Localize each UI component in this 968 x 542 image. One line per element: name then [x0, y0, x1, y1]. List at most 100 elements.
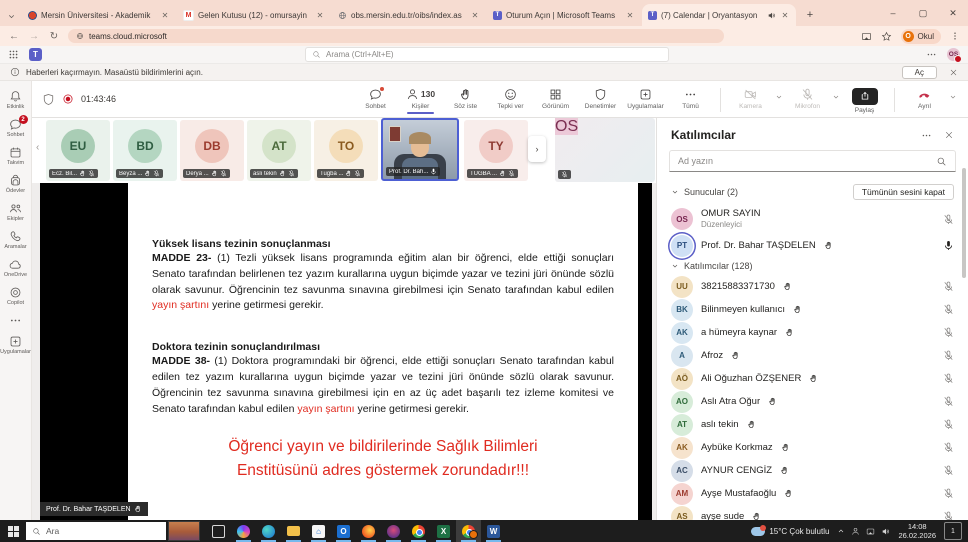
view-button[interactable]: Görünüm	[534, 85, 577, 110]
scroll-left-chevron[interactable]: ‹	[36, 142, 39, 153]
video-tile[interactable]: TO Tugba ...	[314, 120, 378, 181]
url-field[interactable]: teams.cloud.microsoft	[68, 29, 724, 43]
leave-button[interactable]: Ayrıl	[903, 85, 946, 110]
participant-search-input[interactable]: Ad yazın	[669, 150, 956, 172]
chat-button[interactable]: Sohbet	[354, 85, 397, 110]
bookmark-star-icon[interactable]	[881, 31, 892, 42]
video-tile[interactable]: TY TUĞBA ...	[464, 120, 528, 181]
mic-state-icon[interactable]	[943, 214, 954, 225]
scroll-right-chevron[interactable]: ›	[528, 136, 546, 162]
mic-state-icon[interactable]	[943, 419, 954, 430]
taskbar-clock[interactable]: 14:0826.02.2026	[898, 522, 936, 541]
mic-options-chevron[interactable]	[831, 85, 841, 101]
taskbar-icon-microsoft-store[interactable]: ⌂	[306, 520, 331, 542]
raise-hand-button[interactable]: Söz iste	[444, 85, 487, 110]
participant-row[interactable]: AKa hümeyra kaynar	[657, 321, 968, 344]
participant-row[interactable]: BKBilinmeyen kullanıcı	[657, 298, 968, 321]
browser-menu-icon[interactable]	[950, 31, 960, 41]
tray-expand-chevron[interactable]	[837, 527, 845, 535]
tab-close-icon[interactable]: ✕	[625, 11, 635, 20]
window-close-button[interactable]: ✕	[938, 0, 968, 26]
panel-scrollbar[interactable]	[962, 168, 966, 278]
taskbar-icon-word[interactable]: W	[481, 520, 506, 542]
participant-row[interactable]: AOAslı Atra Oğur	[657, 390, 968, 413]
panel-close-icon[interactable]	[944, 130, 954, 140]
participant-row[interactable]: AÖAli Oğuzhan ÖZŞENER	[657, 367, 968, 390]
panel-more-icon[interactable]	[921, 130, 932, 141]
participant-row[interactable]: AMAyşe Mustafaoğlu	[657, 482, 968, 505]
sidebar-item-ekipler[interactable]: Ekipler	[0, 199, 32, 225]
mic-state-icon[interactable]	[943, 350, 954, 361]
forward-button[interactable]: →	[28, 31, 40, 42]
self-video-tile[interactable]: OS	[555, 118, 655, 182]
sidebar-item-onedrive[interactable]: OneDrive	[0, 255, 32, 281]
task-view-button[interactable]	[206, 520, 231, 542]
waffle-menu-icon[interactable]	[8, 49, 19, 60]
apps-button[interactable]: Uygulamalar	[624, 85, 667, 110]
taskbar-icon-edge[interactable]	[256, 520, 281, 542]
camera-options-chevron[interactable]	[774, 85, 784, 101]
tray-teams-icon[interactable]	[851, 527, 860, 536]
back-button[interactable]: ←	[8, 31, 20, 42]
react-button[interactable]: Tepki ver	[489, 85, 532, 110]
participant-row[interactable]: ASayşe sude	[657, 505, 968, 520]
mic-state-icon[interactable]	[943, 281, 954, 292]
participant-row[interactable]: OS OMUR SAYINDüzenleyici	[657, 204, 968, 234]
video-tile[interactable]: BD Beyza ...	[113, 120, 177, 181]
mic-state-icon[interactable]	[943, 396, 954, 407]
participant-row[interactable]: UU38215883371730	[657, 275, 968, 298]
participant-row[interactable]: ATaslı tekin	[657, 413, 968, 436]
sidebar-item-takvim[interactable]: Takvim	[0, 143, 32, 169]
sidebar-item-uygulamalar[interactable]: Uygulamalar	[0, 332, 32, 358]
tray-volume-icon[interactable]	[881, 527, 890, 536]
tab-close-icon[interactable]: ✕	[160, 11, 170, 20]
video-tile[interactable]: DB Derya ...	[180, 120, 244, 181]
start-button[interactable]	[0, 520, 26, 542]
leave-options-chevron[interactable]	[948, 85, 958, 101]
notification-center-button[interactable]: 1	[944, 522, 962, 540]
video-tile[interactable]: AT aslı tekin	[247, 120, 311, 181]
people-button[interactable]: 130Kişiler	[399, 85, 442, 110]
taskbar-icon-firefox-nightly[interactable]	[381, 520, 406, 542]
participant-row[interactable]: PT Prof. Dr. Bahar TAŞDELEN	[657, 234, 968, 257]
browser-tab-active[interactable]: T (7) Calendar | Oryantasyon ✕	[642, 4, 796, 26]
browser-tab[interactable]: obs.mersin.edu.tr/oibs/index.as ✕	[332, 4, 486, 26]
sidebar-more-apps[interactable]	[0, 311, 32, 330]
mic-state-icon[interactable]	[943, 511, 954, 520]
sidebar-item-odevler[interactable]: Ödevler	[0, 171, 32, 197]
taskbar-icon-excel[interactable]: X	[431, 520, 456, 542]
teams-more-icon[interactable]	[926, 49, 937, 60]
browser-tab[interactable]: M Gelen Kutusu (12) - omursayin ✕	[177, 4, 331, 26]
banner-open-button[interactable]: Aç	[902, 66, 937, 79]
sidebar-item-etkinlik[interactable]: Etkinlik	[0, 87, 32, 113]
participant-row[interactable]: AAfroz	[657, 344, 968, 367]
taskbar-icon-file-explorer[interactable]	[281, 520, 306, 542]
taskbar-icon-chrome[interactable]	[406, 520, 431, 542]
tab-close-icon[interactable]: ✕	[470, 11, 480, 20]
video-tile[interactable]: EU Ecz. Bil...	[46, 120, 110, 181]
mic-state-icon[interactable]	[943, 442, 954, 453]
browser-profile-button[interactable]: O Okul	[901, 29, 941, 44]
desktop-preview-thumbnail[interactable]	[168, 521, 200, 541]
taskbar-icon-firefox[interactable]	[356, 520, 381, 542]
browser-tab[interactable]: T Oturum Açın | Microsoft Teams ✕	[487, 4, 641, 26]
tab-close-icon[interactable]: ✕	[780, 11, 790, 20]
sidebar-item-copilot[interactable]: Copilot	[0, 283, 32, 309]
share-button[interactable]: Paylaş	[843, 85, 886, 114]
browser-tab[interactable]: Mersin Üniversitesi - Akademik ✕	[22, 4, 176, 26]
tab-close-icon[interactable]: ✕	[315, 11, 325, 20]
video-tile-speaking[interactable]: Prof. Dr. Bah...	[381, 118, 459, 181]
window-maximize-button[interactable]: ▢	[908, 0, 938, 26]
teams-search-input[interactable]: Arama (Ctrl+Alt+E)	[305, 47, 669, 62]
tab-audio-icon[interactable]	[767, 11, 776, 20]
mic-state-icon[interactable]	[943, 240, 954, 251]
participant-row[interactable]: ACAYNUR CENGİZ	[657, 459, 968, 482]
mic-button[interactable]: Mikrofon	[786, 85, 829, 110]
window-minimize-button[interactable]: –	[878, 0, 908, 26]
mic-state-icon[interactable]	[943, 373, 954, 384]
reload-button[interactable]: ↻	[48, 31, 60, 42]
more-button[interactable]: Tümü	[669, 85, 712, 110]
weather-widget[interactable]: 15°C Çok bulutlu	[751, 527, 829, 536]
taskbar-icon-outlook[interactable]: O	[331, 520, 356, 542]
mic-state-icon[interactable]	[943, 327, 954, 338]
